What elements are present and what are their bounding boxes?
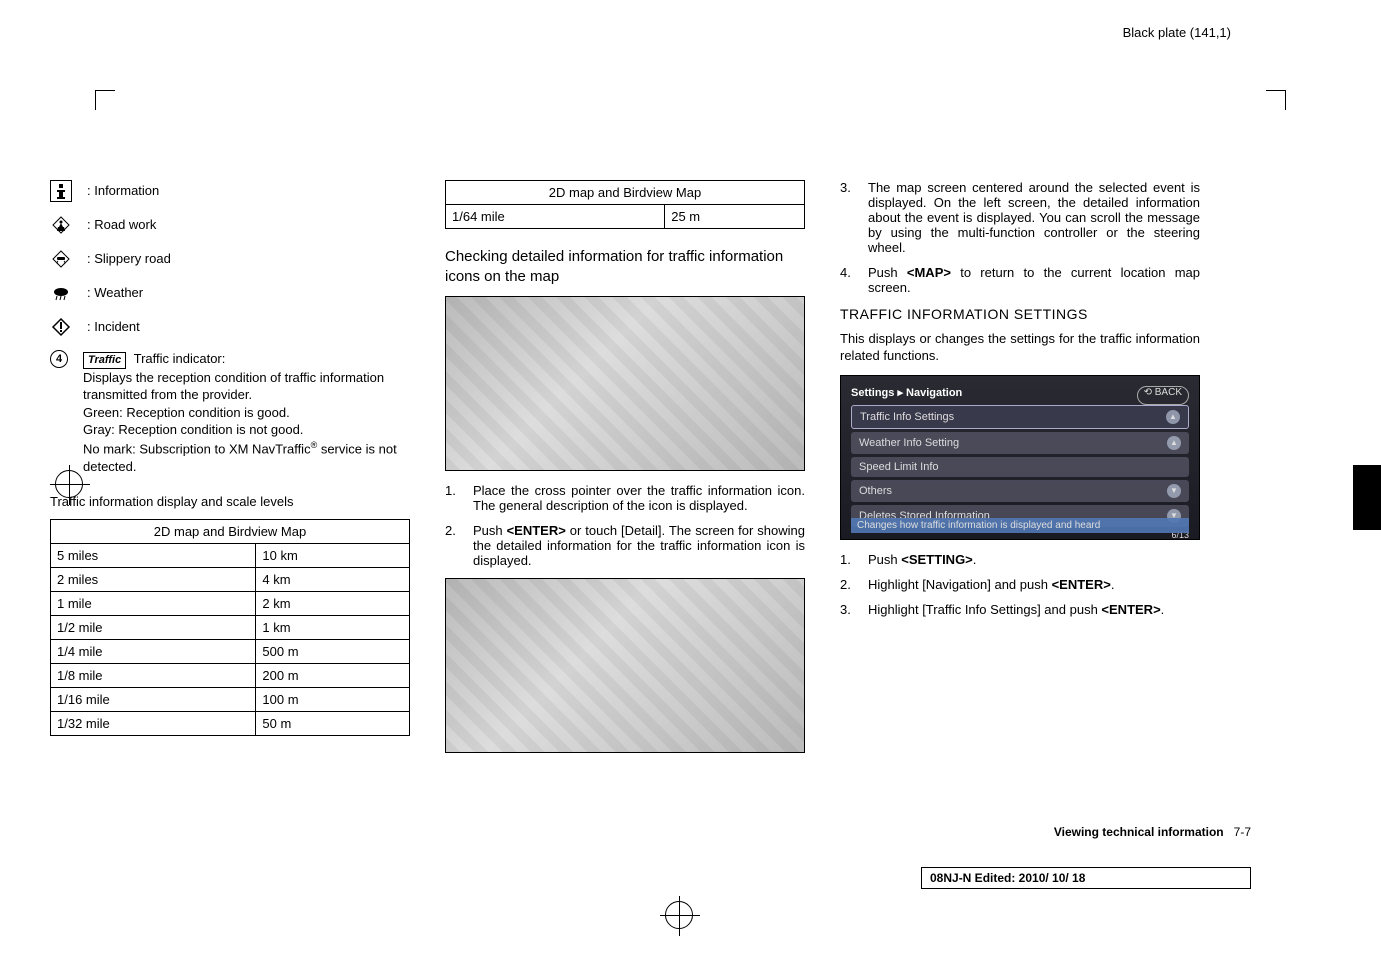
icon-label: : Slippery road — [87, 248, 171, 268]
settings-item: Others▼ — [851, 480, 1189, 502]
enter-button-ref: <ENTER> — [1101, 602, 1160, 617]
scale-heading: Traffic information display and scale le… — [50, 493, 410, 511]
weather-icon — [50, 282, 72, 304]
corner-mark-tr — [1266, 90, 1286, 110]
table-row: 1 mile2 km — [51, 592, 410, 616]
registration-mark-bottom — [665, 901, 693, 929]
traffic-body: Gray: Reception condition is not good. — [83, 421, 410, 439]
settings-screenshot: Settings ▸ Navigation ⟲ BACK Traffic Inf… — [840, 375, 1200, 540]
steps-list-2: The map screen centered around the selec… — [840, 180, 1200, 295]
traffic-settings-para: This displays or changes the settings fo… — [840, 330, 1200, 365]
plate-header: Black plate (141,1) — [1123, 25, 1231, 40]
table-row: 1/4 mile500 m — [51, 640, 410, 664]
icon-label: : Weather — [87, 282, 143, 302]
icon-row-roadwork: : Road work — [50, 214, 410, 236]
step-item: Push <SETTING>. — [840, 552, 1200, 567]
table-row: 2 miles4 km — [51, 568, 410, 592]
number-4-icon: 4 — [50, 350, 68, 368]
step-item: Highlight [Navigation] and push <ENTER>. — [840, 577, 1200, 592]
table-row: 1/8 mile200 m — [51, 664, 410, 688]
step-item: Push <ENTER> or touch [Detail]. The scre… — [445, 523, 805, 568]
enter-button-ref: <ENTER> — [1052, 577, 1111, 592]
settings-item: Weather Info Setting▲ — [851, 432, 1189, 454]
scroll-icon: ▼ — [1167, 484, 1181, 498]
icon-label: : Information — [87, 180, 159, 200]
setting-button-ref: <SETTING> — [901, 552, 973, 567]
scroll-icon: ▲ — [1167, 436, 1181, 450]
table-header: 2D map and Birdview Map — [51, 520, 410, 544]
map-screenshot-1 — [445, 296, 805, 471]
page-footer: Viewing technical information 7-7 — [1054, 825, 1251, 839]
doc-edit-info: 08NJ-N Edited: 2010/ 10/ 18 — [921, 867, 1251, 889]
column-2: 2D map and Birdview Map 1/64 mile25 m Ch… — [445, 180, 805, 765]
table-row: 1/2 mile1 km — [51, 616, 410, 640]
corner-mark-tl — [95, 90, 115, 110]
table-row: 5 miles10 km — [51, 544, 410, 568]
column-3: The map screen centered around the selec… — [840, 180, 1200, 765]
table-row: 1/16 mile100 m — [51, 688, 410, 712]
map-button-ref: <MAP> — [907, 265, 951, 280]
traffic-settings-heading: TRAFFIC INFORMATION SETTINGS — [840, 305, 1200, 324]
icon-row-weather: : Weather — [50, 282, 410, 304]
step-item: Highlight [Traffic Info Settings] and pu… — [840, 602, 1200, 617]
back-button-img: ⟲ BACK — [1137, 386, 1189, 405]
enter-button-ref: <ENTER> — [507, 523, 566, 538]
incident-icon — [50, 316, 72, 338]
scale-table-2: 2D map and Birdview Map 1/64 mile25 m — [445, 180, 805, 229]
traffic-body: Displays the reception condition of traf… — [83, 369, 410, 404]
check-detail-heading: Checking detailed information for traffi… — [445, 247, 805, 288]
steps-list-3: Push <SETTING>. Highlight [Navigation] a… — [840, 552, 1200, 617]
settings-item: Traffic Info Settings▲ — [851, 405, 1189, 429]
settings-breadcrumb: Settings ▸ Navigation — [851, 386, 962, 399]
scale-table-1: 2D map and Birdview Map 5 miles10 km 2 m… — [50, 519, 410, 736]
settings-footer: Changes how traffic information is displ… — [851, 518, 1189, 533]
step-item: Place the cross pointer over the traffic… — [445, 483, 805, 513]
icon-label: : Road work — [87, 214, 156, 234]
registration-mark-left — [55, 470, 83, 498]
roadwork-icon — [50, 214, 72, 236]
traffic-indicator-title: Traffic Traffic indicator: — [83, 350, 410, 369]
table-row: 1/32 mile50 m — [51, 712, 410, 736]
table-header: 2D map and Birdview Map — [446, 181, 805, 205]
icon-row-slippery: : Slippery road — [50, 248, 410, 270]
slippery-icon — [50, 248, 72, 270]
table-row: 1/64 mile25 m — [446, 205, 805, 229]
traffic-badge: Traffic — [83, 352, 126, 369]
icon-row-information: : Information — [50, 180, 410, 202]
traffic-body: No mark: Subscription to XM NavTraffic® … — [83, 439, 410, 475]
icon-row-incident: : Incident — [50, 316, 410, 338]
traffic-body: Green: Reception condition is good. — [83, 404, 410, 422]
map-screenshot-2 — [445, 578, 805, 753]
content-columns: : Information : Road work : Slippery roa… — [50, 180, 1331, 765]
icon-label: : Incident — [87, 316, 140, 336]
step-item: Push <MAP> to return to the current loca… — [840, 265, 1200, 295]
information-icon — [50, 180, 72, 202]
step-item: The map screen centered around the selec… — [840, 180, 1200, 255]
column-1: : Information : Road work : Slippery roa… — [50, 180, 410, 765]
arrow-up-icon: ▲ — [1166, 410, 1180, 424]
traffic-indicator-row: 4 Traffic Traffic indicator: Displays th… — [50, 350, 410, 475]
side-tab — [1353, 465, 1381, 530]
steps-list-1: Place the cross pointer over the traffic… — [445, 483, 805, 568]
settings-item: Speed Limit Info — [851, 457, 1189, 477]
